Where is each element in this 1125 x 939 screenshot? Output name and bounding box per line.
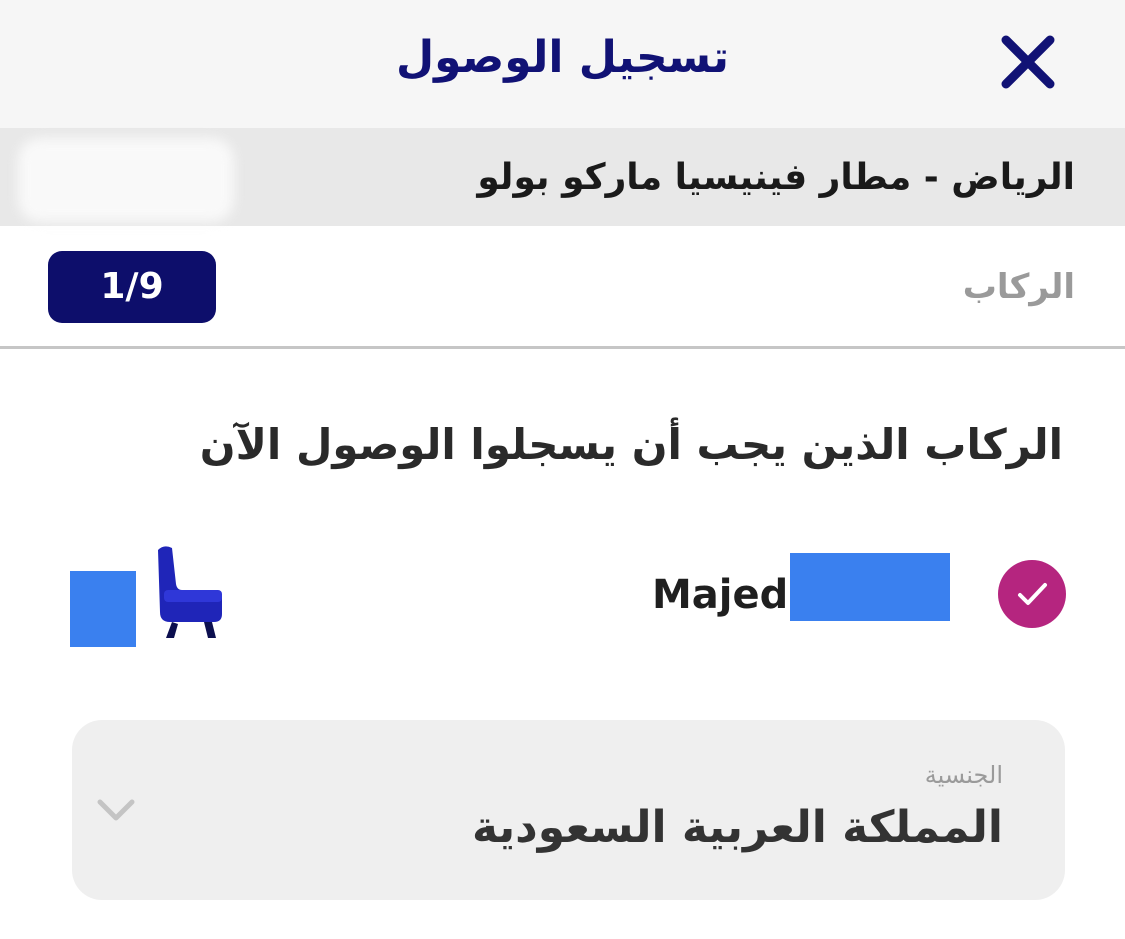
passenger-count-badge[interactable]: 1/9 [48, 251, 216, 323]
close-icon [1001, 35, 1055, 89]
passengers-label: الركاب [962, 267, 1075, 307]
section-title: الركاب الذين يجب أن يسجلوا الوصول الآن [199, 420, 1063, 469]
page-title: تسجيل الوصول [395, 32, 730, 83]
close-button[interactable] [996, 30, 1060, 94]
nationality-value: المملكة العربية السعودية [471, 802, 1003, 853]
passenger-checkbox[interactable] [998, 560, 1066, 628]
route-label: الرياض - مطار فينيسيا ماركو بولو [477, 157, 1075, 198]
seat-icon [150, 544, 230, 640]
redacted-surname [790, 553, 950, 621]
checkmark-icon [1018, 583, 1047, 605]
chevron-down-icon [97, 799, 135, 821]
nationality-select[interactable]: الجنسية المملكة العربية السعودية [72, 720, 1065, 900]
passenger-name: Majed [652, 572, 789, 618]
redacted-seat-number [70, 571, 136, 647]
nationality-label: الجنسية [924, 761, 1003, 789]
blurred-date [18, 138, 234, 222]
divider [0, 346, 1125, 349]
